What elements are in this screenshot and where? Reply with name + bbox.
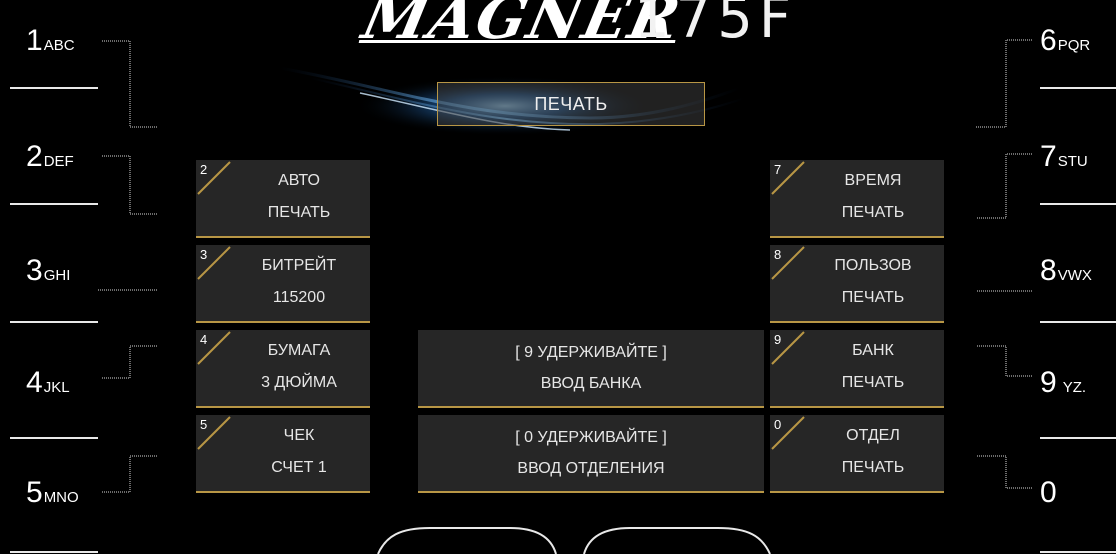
key-number: 3 xyxy=(26,254,43,287)
key-letters: VWX xyxy=(1057,267,1092,284)
left-separator xyxy=(10,437,98,439)
softkey-dept-print[interactable]: 0 ОТДЕЛ ПЕЧАТЬ xyxy=(770,415,944,493)
left-key-2[interactable]: 2 DEF xyxy=(26,142,74,172)
key-number: 6 xyxy=(1040,24,1057,57)
department-entry-hint: [ 0 УДЕРЖИВАЙТЕ ] ВВОД ОТДЕЛЕНИЯ xyxy=(418,415,764,493)
softkey-digit: 3 xyxy=(200,247,208,262)
softkey-auto-print[interactable]: 2 АВТО ПЕЧАТЬ xyxy=(196,160,370,238)
key-letters: DEF xyxy=(43,153,74,170)
key-number: 5 xyxy=(26,476,43,509)
hint-line1: [ 0 УДЕРЖИВАЙТЕ ] xyxy=(515,429,667,446)
softkey-line1: БУМАГА xyxy=(267,342,331,359)
hint-line1: [ 9 УДЕРЖИВАЙТЕ ] xyxy=(515,344,667,361)
softkey-line2: ПЕЧАТЬ xyxy=(841,204,905,221)
right-key-8[interactable]: 8 VWX xyxy=(1040,256,1092,286)
hint-line2: ВВОД БАНКА xyxy=(540,375,642,392)
left-key-4[interactable]: 4 JKL xyxy=(26,368,70,398)
key-letters: MNO xyxy=(43,489,79,506)
right-separator xyxy=(1040,551,1116,553)
key-number: 4 xyxy=(26,366,43,399)
key-number: 1 xyxy=(26,24,43,57)
softkey-receipt[interactable]: 5 ЧЕК СЧЕТ 1 xyxy=(196,415,370,493)
softkey-line2: ПЕЧАТЬ xyxy=(267,204,331,221)
softkey-user-print[interactable]: 8 ПОЛЬЗОВ ПЕЧАТЬ xyxy=(770,245,944,323)
softkey-digit: 2 xyxy=(200,162,208,177)
softkey-line1: БАНК xyxy=(852,342,894,359)
key-letters: ABC xyxy=(43,37,75,54)
key-number: 0 xyxy=(1040,476,1057,509)
key-number: 9 xyxy=(1040,366,1057,399)
right-separator xyxy=(1040,437,1116,439)
softkey-bitrate[interactable]: 3 БИТРЕЙТ 115200 xyxy=(196,245,370,323)
softkey-line2: ПЕЧАТЬ xyxy=(841,459,905,476)
key-letters: YZ. xyxy=(1062,379,1087,396)
softkey-line2: ПЕЧАТЬ xyxy=(841,374,905,391)
left-key-5[interactable]: 5 MNO xyxy=(26,478,79,508)
softkey-digit: 7 xyxy=(774,162,782,177)
softkey-line2: ПЕЧАТЬ xyxy=(841,289,905,306)
key-letters: GHI xyxy=(43,267,71,284)
right-separator xyxy=(1040,321,1116,323)
left-separator xyxy=(10,551,98,553)
softkey-line2: 115200 xyxy=(272,289,326,306)
softkey-line2: СЧЕТ 1 xyxy=(271,459,327,476)
left-separator xyxy=(10,321,98,323)
right-key-9[interactable]: 9 YZ. xyxy=(1040,368,1086,398)
key-letters: STU xyxy=(1057,153,1088,170)
key-number: 8 xyxy=(1040,254,1057,287)
softkey-digit: 0 xyxy=(774,417,782,432)
key-letters: JKL xyxy=(43,379,70,396)
softkey-line1: ОТДЕЛ xyxy=(846,427,900,444)
right-key-6[interactable]: 6 PQR xyxy=(1040,26,1090,56)
key-letters: PQR xyxy=(1057,37,1091,54)
softkey-time-print[interactable]: 7 ВРЕМЯ ПЕЧАТЬ xyxy=(770,160,944,238)
softkey-digit: 9 xyxy=(774,332,782,347)
softkey-line1: ЧЕК xyxy=(283,427,315,444)
softkey-digit: 5 xyxy=(200,417,208,432)
softkey-digit: 8 xyxy=(774,247,782,262)
left-key-1[interactable]: 1 ABC xyxy=(26,26,75,56)
softkey-line1: БИТРЕЙТ xyxy=(261,257,337,274)
left-separator xyxy=(10,87,98,89)
softkey-line1: АВТО xyxy=(278,172,320,189)
right-key-7[interactable]: 7 STU xyxy=(1040,142,1088,172)
right-separator xyxy=(1040,87,1116,89)
softkey-line1: ВРЕМЯ xyxy=(844,172,902,189)
softkey-line1: ПОЛЬЗОВ xyxy=(834,257,912,274)
left-separator xyxy=(10,203,98,205)
softkey-digit: 4 xyxy=(200,332,208,347)
left-key-3[interactable]: 3 GHI xyxy=(26,256,70,286)
key-number: 2 xyxy=(26,140,43,173)
softkey-line2: 3 ДЮЙМА xyxy=(261,374,337,391)
right-separator xyxy=(1040,203,1116,205)
softkey-paper[interactable]: 4 БУМАГА 3 ДЮЙМА xyxy=(196,330,370,408)
key-number: 7 xyxy=(1040,140,1057,173)
bank-entry-hint: [ 9 УДЕРЖИВАЙТЕ ] ВВОД БАНКА xyxy=(418,330,764,408)
hint-line2: ВВОД ОТДЕЛЕНИЯ xyxy=(517,460,665,477)
right-key-0[interactable]: 0 xyxy=(1040,478,1058,508)
softkey-bank-print[interactable]: 9 БАНК ПЕЧАТЬ xyxy=(770,330,944,408)
